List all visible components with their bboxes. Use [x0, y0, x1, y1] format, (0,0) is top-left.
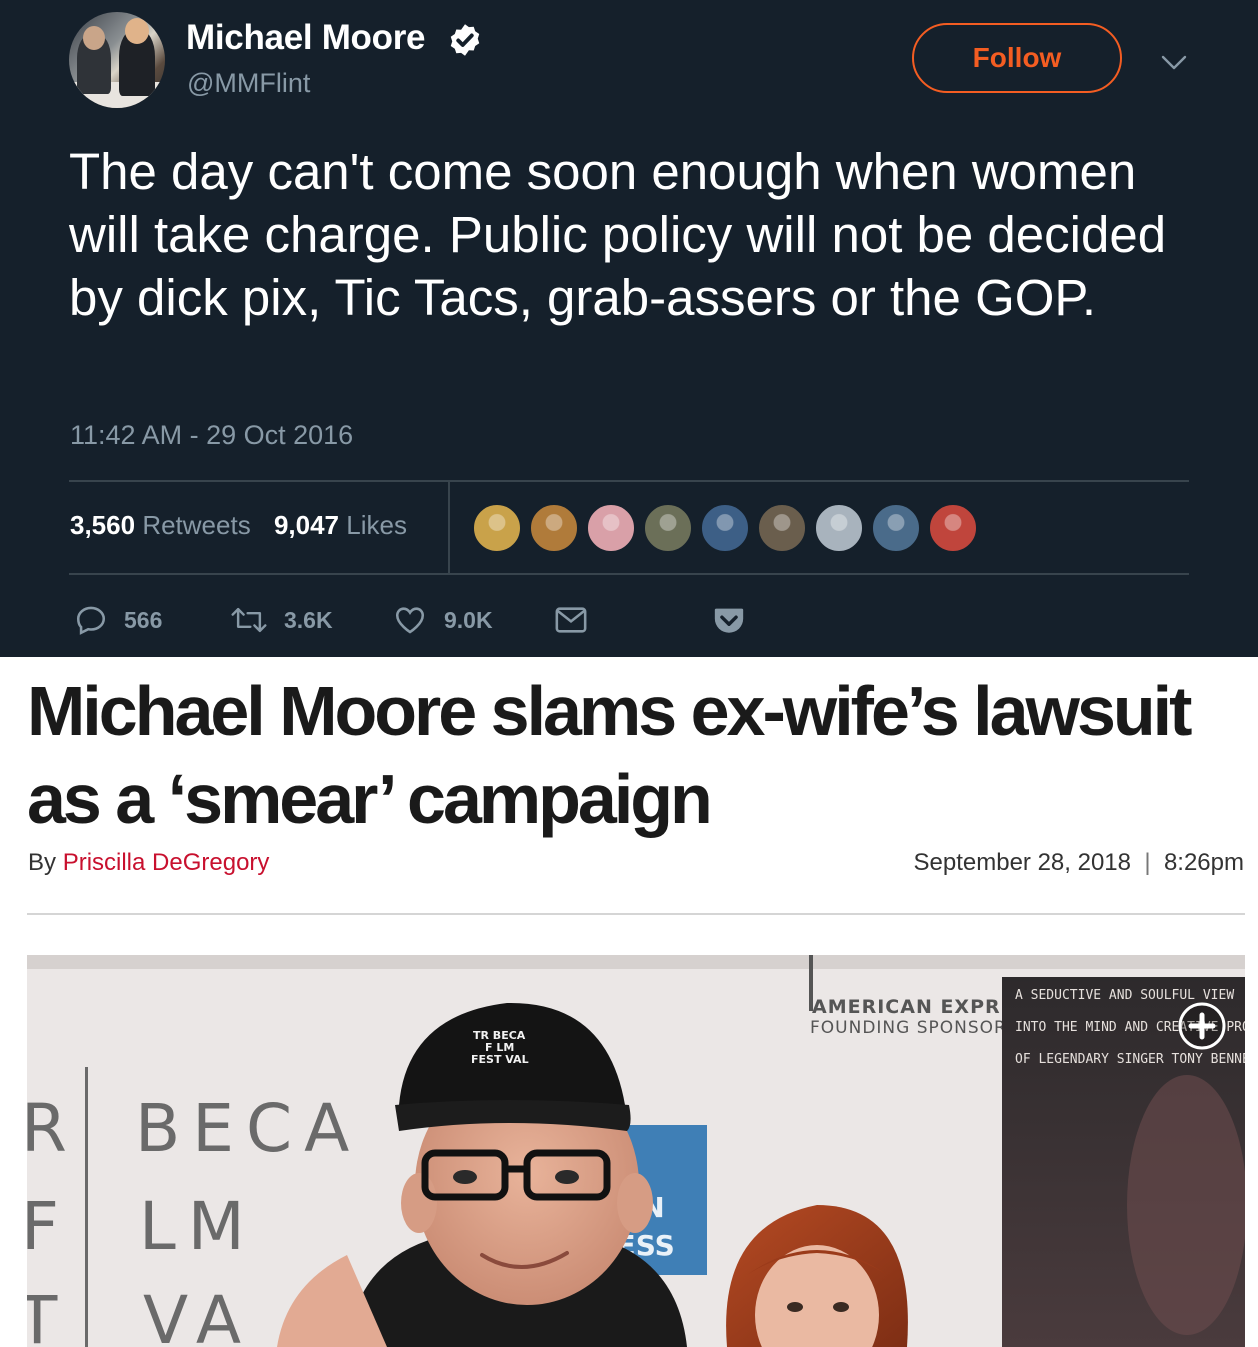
- tweet-actions: 566 3.6K 9.0K: [70, 598, 770, 642]
- liker-avatar[interactable]: [643, 503, 693, 553]
- likes-stat[interactable]: 9,047 Likes: [274, 510, 407, 540]
- liker-avatar[interactable]: [928, 503, 978, 553]
- liker-avatars: [472, 503, 985, 553]
- svg-text:FOUNDING SPONSOR: FOUNDING SPONSOR: [810, 1018, 1007, 1038]
- like-button[interactable]: 9.0K: [392, 598, 493, 642]
- divider: [69, 573, 1189, 575]
- publish-date: September 28, 2018 | 8:26pm: [913, 849, 1244, 876]
- liker-avatar[interactable]: [529, 503, 579, 553]
- retweets-stat[interactable]: 3,560 Retweets: [70, 510, 251, 540]
- liker-avatar[interactable]: [472, 503, 522, 553]
- tweet-stats: 3,560 Retweets 9,047 Likes: [70, 510, 407, 541]
- divider: [69, 480, 1189, 482]
- svg-text:OF LEGENDARY SINGER TONY BENNE: OF LEGENDARY SINGER TONY BENNET: [1015, 1052, 1245, 1067]
- verified-badge-icon: [450, 24, 480, 56]
- author-name[interactable]: Michael Moore: [186, 18, 426, 58]
- retweet-button[interactable]: 3.6K: [230, 598, 333, 642]
- expand-image-icon[interactable]: [1177, 1001, 1227, 1051]
- svg-text:T: T: [27, 1282, 58, 1347]
- news-article: Michael Moore slams ex-wife’s lawsuit as…: [0, 657, 1258, 1347]
- article-photo[interactable]: R BECA F LM T VA AMERICAN EXPR FOUNDING …: [27, 955, 1245, 1347]
- heart-icon: [395, 607, 425, 634]
- svg-text:F: F: [27, 1188, 59, 1265]
- divider: [448, 482, 450, 574]
- liker-avatar[interactable]: [814, 503, 864, 553]
- tweet-timestamp[interactable]: 11:42 AM - 29 Oct 2016: [70, 420, 353, 451]
- photo-illustration: R BECA F LM T VA AMERICAN EXPR FOUNDING …: [27, 955, 1245, 1347]
- svg-text:AMERICAN EXPR: AMERICAN EXPR: [812, 996, 1001, 1018]
- reply-button[interactable]: 566: [74, 598, 162, 642]
- svg-text:LM: LM: [139, 1188, 257, 1265]
- liker-avatar[interactable]: [757, 503, 807, 553]
- author-link[interactable]: Priscilla DeGregory: [63, 849, 270, 876]
- retweet-icon: [231, 607, 267, 633]
- divider: [27, 913, 1245, 915]
- article-headline: Michael Moore slams ex-wife’s lawsuit as…: [27, 672, 1192, 838]
- tweet-card: Michael Moore @MMFlint Follow The day ca…: [0, 0, 1258, 657]
- svg-text:FEST VAL: FEST VAL: [471, 1053, 529, 1066]
- envelope-icon: [555, 607, 587, 633]
- svg-text:VA: VA: [143, 1282, 253, 1347]
- tweet-text: The day can't come soon enough when wome…: [69, 143, 1167, 326]
- direct-message-button[interactable]: [554, 598, 604, 642]
- liker-avatar[interactable]: [700, 503, 750, 553]
- pocket-button[interactable]: [712, 598, 762, 642]
- pocket-icon: [714, 608, 744, 633]
- liker-avatar[interactable]: [586, 503, 636, 553]
- reply-icon: [76, 606, 106, 635]
- byline: By Priscilla DeGregory: [28, 849, 270, 876]
- author-handle[interactable]: @MMFlint: [187, 68, 310, 99]
- svg-text:R: R: [27, 1090, 67, 1167]
- chevron-down-icon[interactable]: [1160, 50, 1188, 74]
- liker-avatar[interactable]: [871, 503, 921, 553]
- follow-button[interactable]: Follow: [912, 23, 1122, 93]
- svg-text:BECA: BECA: [135, 1090, 361, 1167]
- author-avatar[interactable]: [69, 12, 165, 108]
